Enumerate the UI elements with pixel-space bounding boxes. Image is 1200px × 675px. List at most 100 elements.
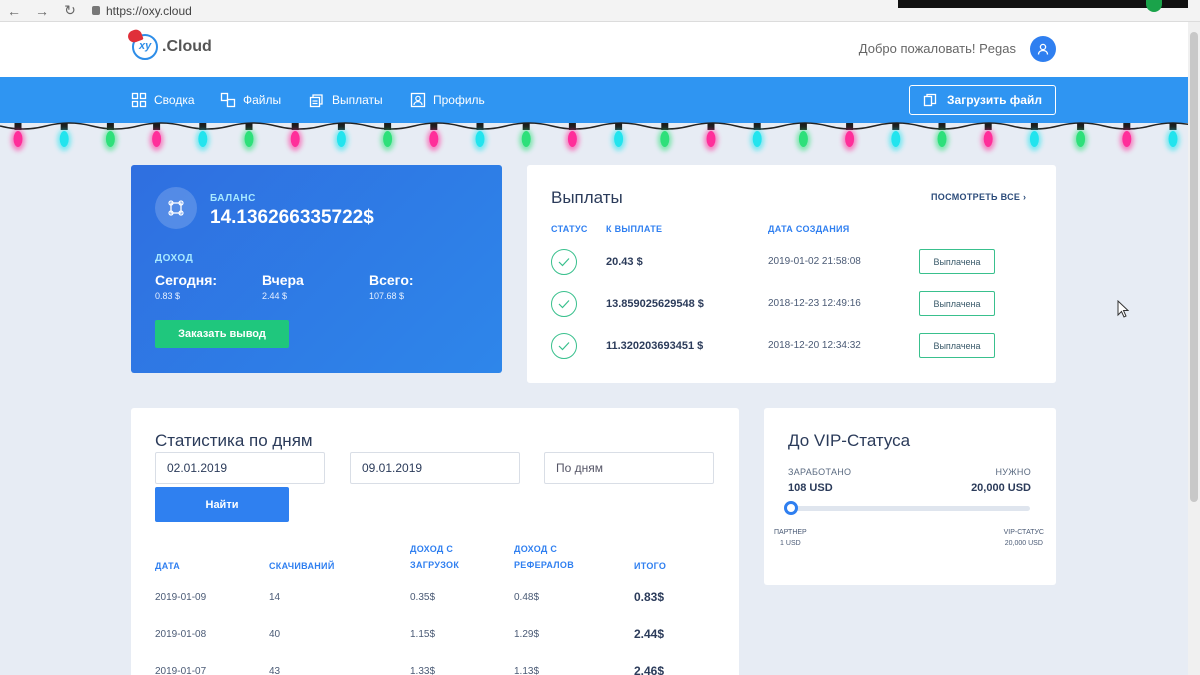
lock-icon [92,6,100,15]
bulb-cap [430,123,438,130]
garland-bulb [244,131,254,147]
nav-label: Выплаты [332,93,383,107]
vip-title: До VIP-Статуса [788,431,911,450]
back-icon[interactable]: ← [0,3,28,19]
payout-amount: 11.320203693451 $ [606,340,704,352]
scrollbar-thumb[interactable] [1190,32,1198,502]
bulb-cap [522,123,530,130]
needed-value: 20,000 USD [971,482,1031,494]
garland-bulb [105,131,115,147]
bulb-cap [938,123,946,130]
garland-bulb [521,131,531,147]
bulb-cap [199,123,207,130]
col-referral-income: ДОХОД С РЕФЕРАЛОВ [514,544,575,570]
payout-status-badge[interactable]: Выплачена [919,291,995,316]
garland-bulb [937,131,947,147]
dashboard-icon [131,92,147,108]
recording-overlay [898,0,1188,8]
bulb-cap [245,123,253,130]
earned-value: 108 USD [788,482,833,494]
bulb-cap [707,123,715,130]
garland-bulb [13,131,23,147]
garland-bulb [752,131,762,147]
main-nav: Сводка Файлы Выплаты Профиль Загрузить ф… [0,77,1188,123]
nav-item-payouts[interactable]: Выплаты [309,92,383,108]
address-bar[interactable]: https://oxy.cloud [92,4,192,18]
garland-bulb [429,131,439,147]
payout-date: 2018-12-23 12:49:16 [768,298,861,309]
bulb-cap [984,123,992,130]
date-from-input[interactable] [155,452,325,484]
user-avatar[interactable] [1030,36,1056,62]
date-to-input[interactable] [350,452,520,484]
forward-icon[interactable]: → [28,3,56,19]
payout-amount: 20.43 $ [606,256,643,268]
nav-item-profile[interactable]: Профиль [410,92,485,108]
bulb-cap [337,123,345,130]
grouping-select[interactable] [544,452,714,484]
payouts-card: Выплаты ПОСМОТРЕТЬ ВСЕ › СТАТУС К ВЫПЛАТ… [527,165,1056,383]
bulb-cap [384,123,392,130]
vip-progress-bar [790,506,1030,511]
payout-row: 11.320203693451 $ 2018-12-20 12:34:32 Вы… [527,331,1056,361]
bulb-cap [661,123,669,130]
garland-bulb [475,131,485,147]
withdraw-button[interactable]: Заказать вывод [155,320,289,348]
payout-date: 2019-01-02 21:58:08 [768,256,861,267]
nav-label: Сводка [154,93,195,107]
vip-end-marker: VIP-СТАТУС 20,000 USD [1003,529,1044,547]
daily-stats-card: Статистика по дням Найти ДАТА СКАЧИВАНИЙ… [131,408,739,675]
check-icon [551,291,577,317]
garland-bulb [706,131,716,147]
check-icon [551,333,577,359]
bulb-cap [153,123,161,130]
garland-bulb [798,131,808,147]
garland-bulb [614,131,624,147]
income-label: ДОХОД [155,253,194,264]
upload-file-button[interactable]: Загрузить файл [909,85,1056,115]
balance-card: БАЛАНС 14.136266335722$ ДОХОД Сегодня: 0… [131,165,502,373]
garland-bulb [891,131,901,147]
bulb-cap [892,123,900,130]
garland-bulb [660,131,670,147]
garland-bulb [1122,131,1132,147]
garland-bulb [567,131,577,147]
col-total: ИТОГО [634,561,667,571]
payout-row: 13.859025629548 $ 2018-12-23 12:49:16 Вы… [527,289,1056,319]
garland-bulb [1029,131,1039,147]
nav-item-files[interactable]: Файлы [220,92,281,108]
balance-label: БАЛАНС [210,193,256,204]
income-today: Сегодня: 0.83 $ [155,272,218,301]
find-button[interactable]: Найти [155,487,289,522]
nav-item-summary[interactable]: Сводка [131,92,195,108]
bulb-cap [291,123,299,130]
upload-icon [923,93,937,107]
payouts-icon [309,94,323,108]
reload-icon[interactable]: ↻ [56,2,84,19]
files-icon [220,92,236,108]
col-download-income: ДОХОД С ЗАГРУЗОК [410,544,460,570]
payout-status-badge[interactable]: Выплачена [919,249,995,274]
vip-progress-knob [784,501,799,515]
garland-bulb [336,131,346,147]
earned-label: ЗАРАБОТАНО [788,467,852,477]
garland-bulb [152,131,162,147]
see-all-link[interactable]: ПОСМОТРЕТЬ ВСЕ › [931,192,1026,202]
stats-title: Статистика по дням [155,431,313,450]
garland-bulb [1168,131,1178,147]
payout-amount: 13.859025629548 $ [606,298,704,310]
browser-toolbar: ← → ↻ https://oxy.cloud [0,0,1200,22]
bulb-cap [60,123,68,130]
payout-status-badge[interactable]: Выплачена [919,333,995,358]
bulb-cap [799,123,807,130]
site-logo[interactable]: xy .Cloud [132,34,212,60]
site-header: xy .Cloud Добро пожаловать! Pegas [0,22,1188,77]
mouse-cursor-icon [1117,300,1129,318]
logo-icon: xy [132,34,158,60]
garland-bulb [845,131,855,147]
page-scrollbar[interactable] [1188,22,1200,675]
needed-label: НУЖНО [995,467,1031,477]
bulb-cap [476,123,484,130]
vip-start-marker: ПАРТНЕР 1 USD [774,529,807,547]
extension-icon[interactable] [1146,0,1162,12]
